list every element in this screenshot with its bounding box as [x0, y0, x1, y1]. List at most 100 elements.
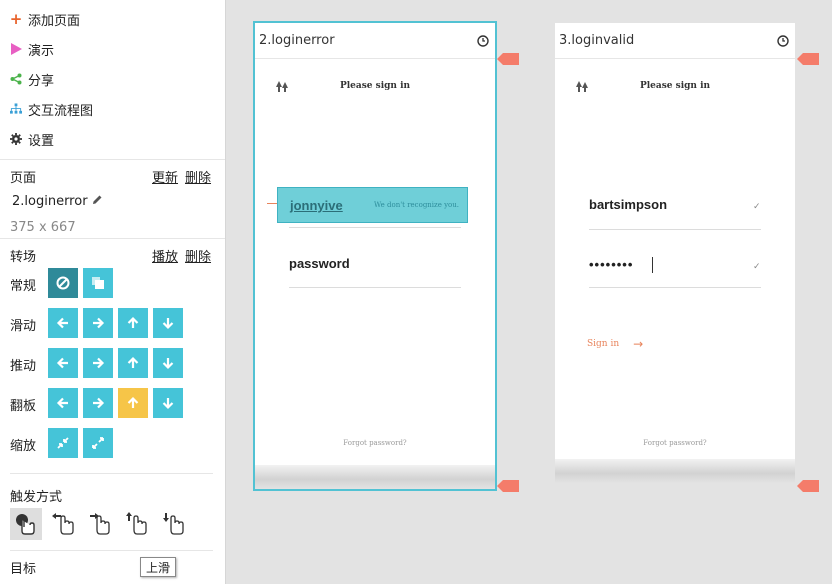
arrow-left-icon [56, 357, 68, 369]
card-header: 2.loginerror [255, 23, 495, 59]
present-menu-item[interactable]: 演示 [10, 38, 54, 60]
clock-icon[interactable] [477, 34, 489, 47]
play-icon [10, 42, 22, 56]
page-card-loginerror[interactable]: 2.loginerror Please sign in jonnyive We … [253, 21, 497, 491]
tap-hand-icon [16, 514, 35, 535]
error-arrow-icon [267, 203, 277, 204]
arrow-left-icon [56, 317, 68, 329]
phone-screen: Please sign in bartsimpson ✓ •••••••• ✓ … [555, 59, 795, 465]
password-underline [589, 287, 761, 288]
flag-marker-icon[interactable] [797, 53, 819, 65]
username-error-field[interactable]: jonnyive We don't recognize you. [277, 187, 468, 223]
arrow-down-icon [162, 398, 174, 410]
username-text: jonnyive [290, 198, 343, 213]
layers-icon [92, 277, 104, 289]
username-underline [589, 229, 761, 230]
canvas: 2.loginerror Please sign in jonnyive We … [227, 0, 832, 584]
forgot-password-link[interactable]: Forgot password? [555, 439, 795, 447]
sitemap-icon [10, 102, 22, 116]
divider [0, 159, 225, 160]
trigger-swipe-down-button[interactable] [158, 508, 190, 540]
pencil-icon[interactable] [92, 194, 103, 209]
username-field[interactable]: bartsimpson [589, 197, 667, 212]
row-label-zoom: 缩放 [10, 439, 37, 454]
card-shadow [555, 459, 795, 483]
settings-menu-item[interactable]: 设置 [10, 128, 54, 150]
arrow-right-icon: → [633, 337, 644, 351]
flag-marker-icon[interactable] [497, 53, 519, 65]
divider [10, 473, 213, 474]
slide-right-button[interactable] [83, 308, 113, 338]
signin-title: Please sign in [339, 81, 411, 91]
divider [0, 238, 225, 239]
page-card-loginvalid[interactable]: 3.loginvalid Please sign in bartsimpson … [555, 23, 795, 483]
sidebar: + 添加页面 演示 分享 交互流程图 设置 页面 更新 删除 2.loginer… [0, 0, 226, 584]
signin-title: Please sign in [639, 81, 711, 91]
push-down-button[interactable] [153, 348, 183, 378]
share-menu-item[interactable]: 分享 [10, 68, 54, 90]
card-header: 3.loginvalid [555, 23, 795, 59]
flip-right-button[interactable] [83, 388, 113, 418]
flow-label: 交互流程图 [28, 103, 94, 119]
delete-page-link[interactable]: 删除 [185, 167, 211, 186]
plus-icon: + [9, 10, 23, 28]
tooltip: 上滑 [140, 557, 176, 577]
arrow-right-icon [93, 317, 105, 329]
signin-button[interactable]: Sign in → [587, 337, 643, 351]
add-page-menu-item[interactable]: + 添加页面 [10, 8, 80, 30]
forgot-password-link[interactable]: Forgot password? [255, 439, 495, 447]
arrow-left-icon [56, 397, 68, 409]
password-field[interactable]: password [289, 256, 350, 271]
compress-icon [57, 437, 69, 449]
gear-icon [10, 132, 22, 146]
swipe-left-hand-icon [52, 513, 74, 535]
username-underline [289, 227, 461, 228]
flip-down-button[interactable] [153, 388, 183, 418]
trigger-swipe-left-button[interactable] [48, 508, 80, 540]
transition-section-label: 转场 [10, 250, 37, 265]
share-icon [10, 72, 22, 86]
arrow-up-icon [127, 356, 139, 368]
trigger-swipe-up-button[interactable] [121, 508, 153, 540]
flow-menu-item[interactable]: 交互流程图 [10, 98, 93, 120]
zoom-in-button[interactable] [48, 428, 78, 458]
trigger-tap-button[interactable] [10, 508, 42, 540]
flag-marker-icon[interactable] [797, 480, 819, 492]
push-up-button[interactable] [118, 348, 148, 378]
arrow-right-icon [93, 397, 105, 409]
ban-icon [56, 276, 70, 290]
flag-marker-icon[interactable] [497, 480, 519, 492]
page-name-row[interactable]: 2.loginerror [12, 194, 103, 209]
check-icon: ✓ [753, 202, 761, 212]
card-title: 2.loginerror [259, 33, 335, 48]
row-label-normal: 常规 [10, 279, 37, 294]
transition-dissolve-button[interactable] [83, 268, 113, 298]
trigger-swipe-right-button[interactable] [84, 508, 116, 540]
clock-icon[interactable] [777, 34, 789, 47]
swipe-down-hand-icon [163, 513, 184, 535]
row-label-slide: 滑动 [10, 319, 37, 334]
slide-left-button[interactable] [48, 308, 78, 338]
flip-left-button[interactable] [48, 388, 78, 418]
text-cursor [652, 257, 653, 273]
delete-transition-link[interactable]: 删除 [185, 246, 211, 265]
update-page-link[interactable]: 更新 [152, 167, 178, 186]
play-transition-link[interactable]: 播放 [152, 246, 178, 265]
signin-label: Sign in [587, 339, 620, 349]
row-label-flip: 翻板 [10, 399, 37, 414]
swipe-up-hand-icon [126, 512, 147, 535]
phone-screen: Please sign in jonnyive We don't recogni… [255, 59, 495, 465]
share-label: 分享 [28, 73, 55, 89]
slide-up-button[interactable] [118, 308, 148, 338]
zoom-out-button[interactable] [83, 428, 113, 458]
password-field[interactable]: •••••••• [589, 257, 633, 272]
push-right-button[interactable] [83, 348, 113, 378]
arrow-down-icon [162, 358, 174, 370]
slide-down-button[interactable] [153, 308, 183, 338]
push-left-button[interactable] [48, 348, 78, 378]
row-label-push: 推动 [10, 359, 37, 374]
flip-up-button[interactable] [118, 388, 148, 418]
transition-none-button[interactable] [48, 268, 78, 298]
arrow-up-icon [127, 396, 139, 408]
trigger-section-label: 触发方式 [10, 490, 63, 505]
